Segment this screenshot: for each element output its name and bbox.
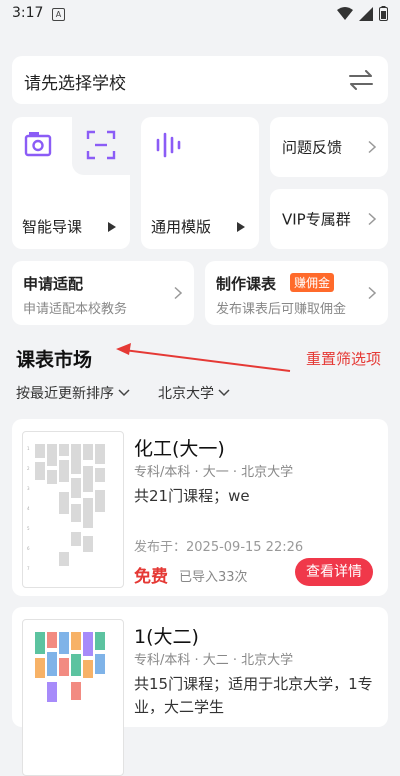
course-card[interactable]: 1(大二) 专科/本科 · 大二 · 北京大学 共15门课程；适用于北京大学，1… xyxy=(12,607,388,776)
apply-title: 申请适配 xyxy=(23,275,84,293)
status-time: 3:17 xyxy=(12,5,44,21)
svg-text:1: 1 xyxy=(27,446,30,451)
earn-commission-badge: 赚佣金 xyxy=(290,273,335,292)
apply-subtitle: 申请适配本校教务 xyxy=(23,302,128,317)
school-selector-label: 请先选择学校 xyxy=(24,74,126,94)
tile-general-template[interactable]: 通用模版 xyxy=(141,117,259,249)
scan-icon xyxy=(86,130,116,160)
chevron-right-icon xyxy=(368,286,376,300)
play-icon xyxy=(108,222,116,232)
course-card[interactable]: 1 2 3 4 5 6 7 化工(大一) 专科/本科 · 大一 · 北京大学 共21门课程… xyxy=(12,419,388,596)
chevron-down-icon xyxy=(218,389,230,397)
scan-button[interactable] xyxy=(72,117,130,175)
make-title: 制作课表 xyxy=(216,275,277,293)
chevron-right-icon xyxy=(368,212,376,226)
tile-general-template-label: 通用模版 xyxy=(151,218,212,236)
course-publish-date: 发布于：2025-09-15 22:26 xyxy=(134,540,304,555)
schedule-thumbnail xyxy=(22,619,124,776)
course-meta: 专科/本科 · 大一 · 北京大学 xyxy=(134,465,294,480)
signal-icon xyxy=(359,6,373,21)
course-title: 1(大二) xyxy=(134,626,199,648)
chevron-right-icon xyxy=(174,286,182,300)
apply-adaptation-card[interactable]: 申请适配 申请适配本校教务 xyxy=(12,261,194,325)
reset-filters-link[interactable]: 重置筛选项 xyxy=(306,348,381,369)
tile-feedback[interactable]: 问题反馈 xyxy=(270,117,388,177)
sort-dropdown[interactable]: 按最近更新排序 xyxy=(16,383,130,403)
svg-text:2: 2 xyxy=(27,466,30,471)
svg-text:6: 6 xyxy=(27,546,30,551)
svg-text:3: 3 xyxy=(27,486,30,491)
wifi-icon xyxy=(337,6,353,20)
svg-text:4: 4 xyxy=(27,506,30,511)
svg-text:5: 5 xyxy=(27,526,30,531)
course-title: 化工(大一) xyxy=(134,438,225,460)
school-filter-dropdown[interactable]: 北京大学 xyxy=(158,383,230,403)
swap-icon[interactable] xyxy=(348,70,374,90)
tile-vip-group[interactable]: VIP专属群 xyxy=(270,189,388,249)
market-title: 课表市场 xyxy=(16,349,93,371)
camera-icon xyxy=(24,132,52,157)
play-icon xyxy=(237,222,245,232)
course-import-count: 已导入33次 xyxy=(179,570,248,585)
chevron-right-icon xyxy=(368,140,376,154)
svg-text:7: 7 xyxy=(27,566,30,571)
view-details-button[interactable]: 查看详情 xyxy=(295,558,373,586)
course-description: 共21门课程；we xyxy=(134,487,250,505)
notification-a-icon: A xyxy=(52,8,65,21)
tile-smart-guide-label: 智能导课 xyxy=(22,218,83,236)
battery-icon xyxy=(379,6,388,21)
make-subtitle: 发布课表后可赚取佣金 xyxy=(216,302,347,317)
course-description: 共15门课程；适用于北京大学，1专业，大二学生 xyxy=(134,675,373,716)
sort-dropdown-label: 按最近更新排序 xyxy=(16,386,114,402)
chevron-down-icon xyxy=(118,389,130,397)
waveform-icon xyxy=(156,132,181,158)
status-bar: 3:17 A xyxy=(0,0,400,28)
course-price: 免费 xyxy=(134,567,168,587)
schedule-thumbnail: 1 2 3 4 5 6 7 xyxy=(22,431,124,588)
make-schedule-card[interactable]: 制作课表 赚佣金 发布课表后可赚取佣金 xyxy=(205,261,388,325)
tile-feedback-label: 问题反馈 xyxy=(282,138,343,157)
school-filter-label: 北京大学 xyxy=(158,386,214,402)
tile-vip-group-label: VIP专属群 xyxy=(282,210,351,229)
course-meta: 专科/本科 · 大二 · 北京大学 xyxy=(134,653,294,668)
school-selector[interactable]: 请先选择学校 xyxy=(12,56,388,104)
